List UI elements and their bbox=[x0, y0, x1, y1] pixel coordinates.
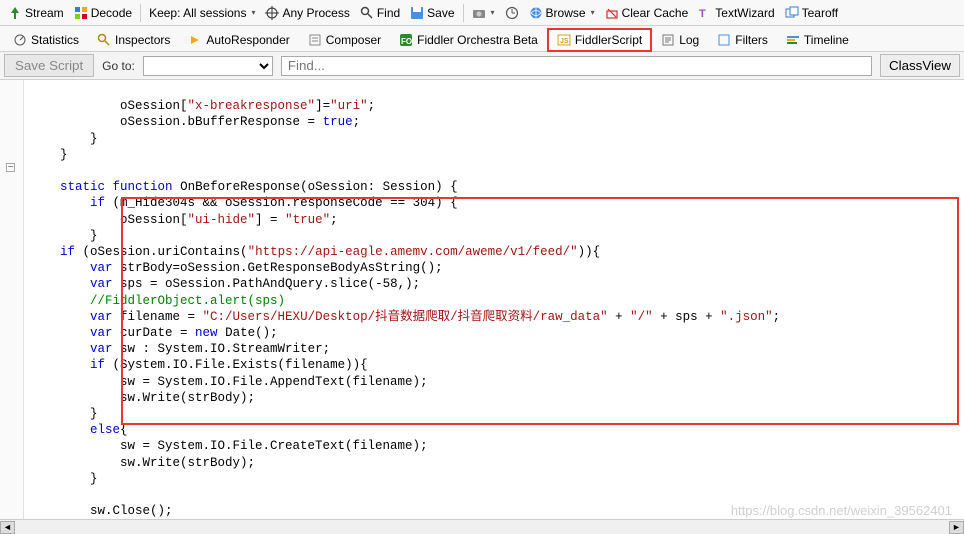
textwizard-label: TextWizard bbox=[715, 6, 774, 20]
script-toolbar: Save Script Go to: ClassView bbox=[0, 52, 964, 80]
browse-label: Browse bbox=[546, 6, 586, 20]
keep-label: Keep: All sessions bbox=[149, 6, 246, 20]
tab-inspectors[interactable]: Inspectors bbox=[88, 29, 179, 51]
code-content[interactable]: oSession["x-breakresponse"]="uri"; oSess… bbox=[24, 80, 964, 519]
tab-timeline[interactable]: Timeline bbox=[777, 29, 858, 51]
chevron-down-icon: ▾ bbox=[491, 8, 495, 17]
scroll-right-arrow[interactable]: ► bbox=[949, 521, 964, 534]
tab-label: Timeline bbox=[804, 33, 849, 47]
decode-button[interactable]: Decode bbox=[70, 4, 136, 22]
tab-label: Composer bbox=[326, 33, 381, 47]
goto-label: Go to: bbox=[102, 59, 135, 73]
camera-icon bbox=[472, 6, 486, 20]
find-icon bbox=[360, 6, 374, 20]
tearoff-icon bbox=[785, 6, 799, 20]
autoresponder-icon bbox=[188, 33, 202, 47]
stream-icon bbox=[8, 6, 22, 20]
find-button[interactable]: Find bbox=[356, 4, 404, 22]
stream-button[interactable]: Stream bbox=[4, 4, 68, 22]
svg-text:JS: JS bbox=[560, 38, 569, 45]
stream-label: Stream bbox=[25, 6, 64, 20]
orchestra-icon: FO bbox=[399, 33, 413, 47]
timeline-icon bbox=[786, 33, 800, 47]
inspectors-icon bbox=[97, 33, 111, 47]
separator bbox=[140, 4, 141, 22]
tab-label: Log bbox=[679, 33, 699, 47]
clear-cache-icon bbox=[605, 6, 619, 20]
tearoff-button[interactable]: Tearoff bbox=[781, 4, 842, 22]
stats-icon bbox=[13, 33, 27, 47]
find-input[interactable] bbox=[281, 56, 872, 76]
keep-button[interactable]: Keep: All sessions ▾ bbox=[145, 4, 259, 22]
clock-icon bbox=[505, 6, 519, 20]
main-toolbar: Stream Decode Keep: All sessions ▾ Any P… bbox=[0, 0, 964, 26]
save-button[interactable]: Save bbox=[406, 4, 458, 22]
tab-filters[interactable]: Filters bbox=[708, 29, 777, 51]
clear-cache-button[interactable]: Clear Cache bbox=[601, 4, 693, 22]
save-label: Save bbox=[427, 6, 454, 20]
tab-fiddlerscript[interactable]: JS FiddlerScript bbox=[547, 28, 652, 52]
save-icon bbox=[410, 6, 424, 20]
find-label: Find bbox=[377, 6, 400, 20]
tab-label: Statistics bbox=[31, 33, 79, 47]
watermark: https://blog.csdn.net/weixin_39562401 bbox=[731, 503, 952, 518]
fiddlerscript-icon: JS bbox=[557, 33, 571, 47]
clock-button[interactable] bbox=[501, 4, 523, 22]
tab-label: Inspectors bbox=[115, 33, 170, 47]
tab-bar: Statistics Inspectors AutoResponder Comp… bbox=[0, 26, 964, 52]
chevron-down-icon: ▾ bbox=[591, 8, 595, 17]
tab-label: FiddlerScript bbox=[575, 33, 642, 47]
fold-marker[interactable]: − bbox=[6, 163, 15, 172]
tab-statistics[interactable]: Statistics bbox=[4, 29, 88, 51]
code-editor[interactable]: − oSession["x-breakresponse"]="uri"; oSe… bbox=[0, 80, 964, 519]
browse-icon bbox=[529, 6, 543, 20]
separator bbox=[463, 4, 464, 22]
svg-text:T: T bbox=[699, 8, 706, 20]
save-script-button[interactable]: Save Script bbox=[4, 54, 94, 77]
log-icon bbox=[661, 33, 675, 47]
svg-text:FO: FO bbox=[401, 37, 412, 46]
tab-autoresponder[interactable]: AutoResponder bbox=[179, 29, 298, 51]
camera-button[interactable]: ▾ bbox=[468, 4, 499, 22]
tab-label: AutoResponder bbox=[206, 33, 289, 47]
textwizard-icon: T bbox=[698, 6, 712, 20]
textwizard-button[interactable]: T TextWizard bbox=[694, 4, 778, 22]
tab-composer[interactable]: Composer bbox=[299, 29, 390, 51]
tab-label: Fiddler Orchestra Beta bbox=[417, 33, 538, 47]
any-process-label: Any Process bbox=[282, 6, 349, 20]
decode-label: Decode bbox=[91, 6, 132, 20]
tab-label: Filters bbox=[735, 33, 768, 47]
decode-icon bbox=[74, 6, 88, 20]
any-process-button[interactable]: Any Process bbox=[261, 4, 353, 22]
horizontal-scrollbar[interactable]: ◄ ► bbox=[0, 519, 964, 534]
scroll-left-arrow[interactable]: ◄ bbox=[0, 521, 15, 534]
goto-select[interactable] bbox=[143, 56, 273, 76]
tearoff-label: Tearoff bbox=[802, 6, 838, 20]
filters-icon bbox=[717, 33, 731, 47]
target-icon bbox=[265, 6, 279, 20]
composer-icon bbox=[308, 33, 322, 47]
clear-cache-label: Clear Cache bbox=[622, 6, 689, 20]
tab-log[interactable]: Log bbox=[652, 29, 708, 51]
classview-button[interactable]: ClassView bbox=[880, 54, 960, 77]
tab-orchestra[interactable]: FO Fiddler Orchestra Beta bbox=[390, 29, 547, 51]
chevron-down-icon: ▾ bbox=[251, 8, 255, 17]
editor-gutter: − bbox=[0, 80, 24, 519]
browse-button[interactable]: Browse ▾ bbox=[525, 4, 599, 22]
